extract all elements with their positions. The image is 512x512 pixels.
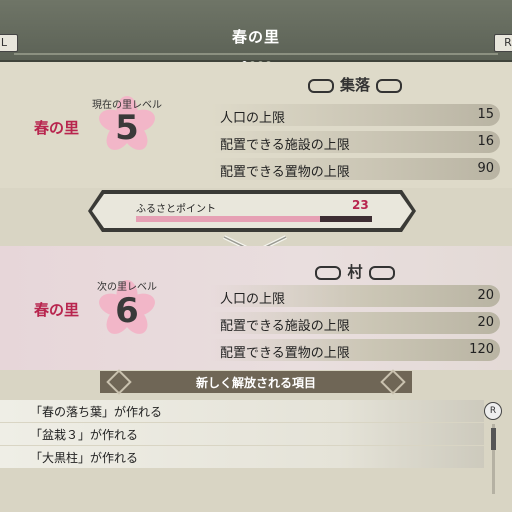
current-level-number: 5 (115, 108, 139, 148)
stat-value: 20 (477, 315, 494, 330)
unlock-item[interactable]: 「盆栽３」が作れる (0, 423, 484, 445)
stat-row: 配置できる施設の上限 20 (210, 312, 500, 334)
unlock-item[interactable]: 「大黒柱」が作れる (0, 446, 484, 468)
stat-row: 人口の上限 20 (210, 285, 500, 307)
stat-row: 配置できる置物の上限 90 (210, 158, 500, 180)
stat-row: 配置できる施設の上限 16 (210, 131, 500, 153)
next-village-name: 春の里 (34, 301, 80, 319)
page-title: 春の里 (231, 28, 280, 46)
stat-label: 人口の上限 (220, 111, 286, 126)
stat-label: 配置できる施設の上限 (220, 319, 350, 334)
unlock-item[interactable]: 「春の落ち葉」が作れる (0, 400, 484, 422)
cloud-ornament-icon (376, 78, 402, 93)
unlock-title: 新しく解放される項目 (195, 376, 316, 390)
points-label: ふるさとポイント (136, 204, 216, 215)
next-level-number: 6 (115, 291, 139, 331)
current-village-name: 春の里 (34, 119, 80, 137)
cloud-ornament-icon (315, 265, 342, 280)
cloud-ornament-icon (307, 78, 334, 93)
stat-row: 人口の上限 15 (210, 104, 500, 126)
stat-value: 16 (477, 134, 494, 149)
r-stick-scroll-icon[interactable]: R (484, 402, 502, 420)
stat-label: 人口の上限 (220, 292, 286, 307)
current-section-title-text: 集落 (339, 76, 370, 94)
stat-row: 配置できる置物の上限 120 (210, 339, 500, 361)
unlock-item-text: 「盆栽３」が作れる (30, 428, 139, 442)
scrollbar-thumb[interactable] (491, 428, 496, 450)
unlock-item-text: 「春の落ち葉」が作れる (30, 405, 163, 419)
next-section-title: 村 (280, 261, 430, 282)
next-section-title-text: 村 (347, 263, 363, 281)
points-value: 23 (352, 198, 369, 212)
stat-label: 配置できる置物の上限 (220, 165, 350, 180)
unlock-item-text: 「大黒柱」が作れる (30, 451, 139, 465)
current-section-title: 集落 (280, 74, 430, 95)
stat-value: 120 (469, 342, 494, 357)
stat-value: 20 (477, 288, 494, 303)
stat-value: 15 (477, 107, 494, 122)
cloud-ornament-icon (368, 265, 395, 280)
stat-label: 配置できる施設の上限 (220, 138, 350, 153)
stat-label: 配置できる置物の上限 (220, 346, 350, 361)
points-bar-fill (136, 216, 321, 222)
stat-value: 90 (477, 161, 494, 176)
